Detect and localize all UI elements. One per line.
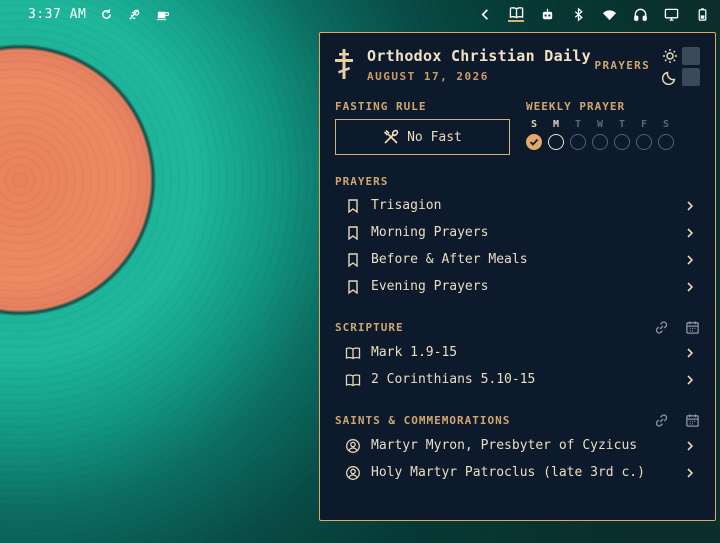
- fasting-rule: FASTING RULE No Fast: [335, 100, 510, 155]
- prayers-section-label: PRAYERS: [335, 175, 389, 188]
- prayer-item-label: Morning Prayers: [371, 225, 489, 240]
- day-label: T: [574, 119, 582, 130]
- prayer-item-label: Trisagion: [371, 198, 442, 213]
- moon-icon[interactable]: [662, 69, 678, 85]
- dark-theme-swatch[interactable]: [682, 68, 700, 86]
- open-book-icon: [345, 373, 361, 386]
- orthodox-daily-panel: Orthodox Christian Daily AUGUST 17, 2026…: [319, 32, 716, 521]
- link-icon[interactable]: [654, 413, 669, 428]
- weather-icon[interactable]: [126, 6, 142, 22]
- orthodox-cross-icon: [335, 49, 353, 79]
- day-label: S: [662, 119, 670, 130]
- chevron-right-icon: [687, 227, 694, 238]
- day-check[interactable]: [636, 134, 652, 150]
- user-circle-icon: [346, 438, 360, 453]
- day-label: S: [530, 119, 538, 130]
- weekly-prayer-label: WEEKLY PRAYER: [526, 100, 626, 113]
- theme-switcher: [662, 47, 700, 86]
- weekly-prayer: WEEKLY PRAYER S M T W T F S: [526, 100, 674, 155]
- day-check[interactable]: [592, 134, 608, 150]
- saint-item-label: Holy Martyr Patroclus (late 3rd c.): [371, 465, 645, 480]
- user-circle-icon: [346, 465, 360, 480]
- robot-icon[interactable]: [539, 6, 555, 22]
- bookmark-icon: [348, 225, 358, 240]
- day-label: W: [596, 119, 604, 130]
- saint-item-myron[interactable]: Martyr Myron, Presbyter of Cyzicus: [335, 432, 700, 459]
- fasting-rule-value: No Fast: [407, 129, 462, 145]
- chevron-right-icon: [687, 281, 694, 292]
- prayer-item-evening[interactable]: Evening Prayers: [335, 273, 700, 300]
- headphones-icon[interactable]: [632, 6, 648, 22]
- saint-item-label: Martyr Myron, Presbyter of Cyzicus: [371, 438, 638, 453]
- day-label: T: [618, 119, 626, 130]
- monitor-icon[interactable]: [663, 6, 679, 22]
- panel-header: Orthodox Christian Daily AUGUST 17, 2026…: [335, 47, 700, 86]
- chevron-right-icon: [687, 347, 694, 358]
- bookmark-icon: [348, 279, 358, 294]
- chevron-right-icon: [687, 374, 694, 385]
- wifi-icon[interactable]: [601, 6, 617, 22]
- chevron-right-icon: [687, 467, 694, 478]
- scripture-item-epistle[interactable]: 2 Corinthians 5.10-15: [335, 366, 700, 393]
- bookmark-icon: [348, 198, 358, 213]
- scripture-item-label: 2 Corinthians 5.10-15: [371, 372, 536, 387]
- check-icon: [529, 138, 539, 146]
- calendar-icon[interactable]: [685, 413, 700, 428]
- utensils-icon: [384, 129, 399, 144]
- saints-section-label: SAINTS & COMMEMORATIONS: [335, 414, 511, 427]
- scripture-section: SCRIPTURE Mark 1.9-15 2 Corinthians 5.10…: [335, 320, 700, 393]
- scripture-item-gospel[interactable]: Mark 1.9-15: [335, 339, 700, 366]
- day-check-done[interactable]: [526, 134, 542, 150]
- clock[interactable]: 3:37 AM: [28, 7, 86, 22]
- fasting-rule-label: FASTING RULE: [335, 100, 427, 113]
- chevron-right-icon: [687, 254, 694, 265]
- light-theme-swatch[interactable]: [682, 47, 700, 65]
- link-icon[interactable]: [654, 320, 669, 335]
- day-check-today[interactable]: [548, 134, 564, 150]
- book-icon[interactable]: [508, 6, 524, 22]
- battery-icon[interactable]: [694, 6, 710, 22]
- day-label: M: [552, 119, 560, 130]
- bookmark-icon: [348, 252, 358, 267]
- saints-section: SAINTS & COMMEMORATIONS Martyr Myron, Pr…: [335, 413, 700, 486]
- saint-item-patroclus[interactable]: Holy Martyr Patroclus (late 3rd c.): [335, 459, 700, 486]
- chevron-left-icon[interactable]: [477, 6, 493, 22]
- coffee-icon[interactable]: [154, 6, 170, 22]
- prayers-mode-label[interactable]: PRAYERS: [595, 59, 650, 72]
- prayer-item-label: Evening Prayers: [371, 279, 489, 294]
- calendar-icon[interactable]: [685, 320, 700, 335]
- scripture-section-label: SCRIPTURE: [335, 321, 404, 334]
- chevron-right-icon: [687, 440, 694, 451]
- sun-icon[interactable]: [662, 48, 678, 64]
- day-check[interactable]: [614, 134, 630, 150]
- panel-date: AUGUST 17, 2026: [367, 70, 489, 83]
- chevron-right-icon: [687, 200, 694, 211]
- scripture-item-label: Mark 1.9-15: [371, 345, 458, 360]
- fasting-rule-box[interactable]: No Fast: [335, 119, 510, 155]
- bluetooth-icon[interactable]: [570, 6, 586, 22]
- prayer-item-morning[interactable]: Morning Prayers: [335, 219, 700, 246]
- prayer-item-label: Before & After Meals: [371, 252, 528, 267]
- day-label: F: [640, 119, 648, 130]
- open-book-icon: [345, 346, 361, 359]
- prayers-section: PRAYERS Trisagion Morning Prayers Before…: [335, 175, 700, 300]
- day-check[interactable]: [658, 134, 674, 150]
- refresh-icon[interactable]: [98, 6, 114, 22]
- prayer-item-trisagion[interactable]: Trisagion: [335, 192, 700, 219]
- system-top-bar: 3:37 AM: [0, 0, 720, 28]
- panel-title: Orthodox Christian Daily: [367, 47, 591, 65]
- prayer-item-meals[interactable]: Before & After Meals: [335, 246, 700, 273]
- day-check[interactable]: [570, 134, 586, 150]
